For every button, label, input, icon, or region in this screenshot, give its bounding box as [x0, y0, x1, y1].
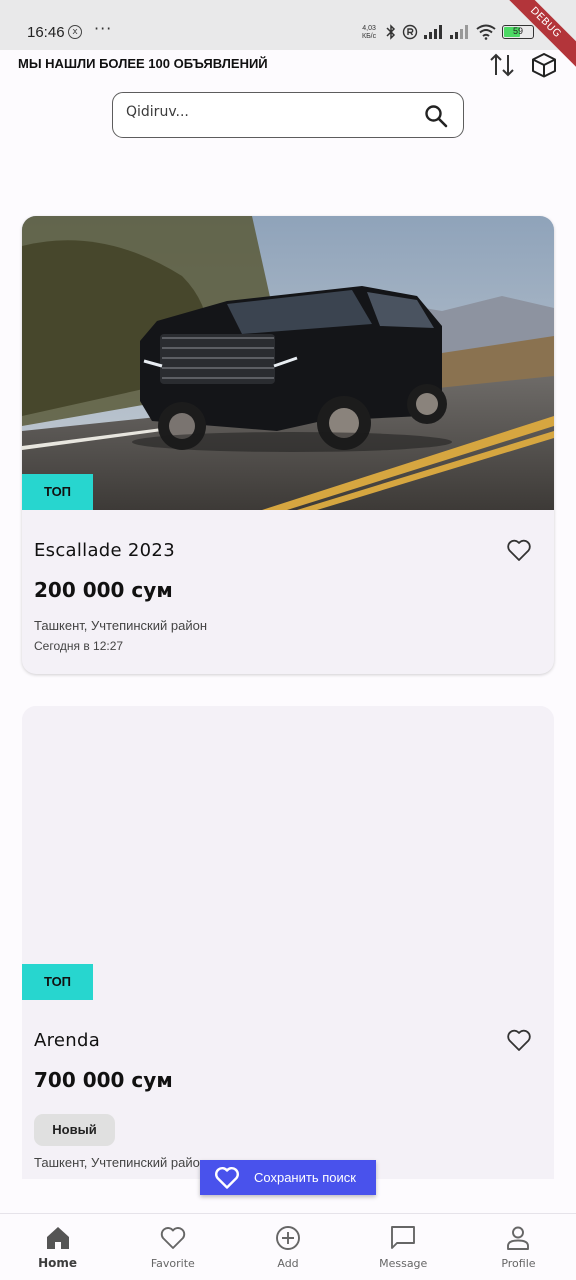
close-circle-icon: x — [68, 25, 82, 39]
top-badge: ТОП — [22, 964, 93, 1000]
plus-circle-icon — [276, 1226, 300, 1250]
results-count-title: МЫ НАШЛИ БОЛЕЕ 100 ОБЪЯВЛЕНИЙ — [18, 56, 268, 71]
nav-home[interactable]: Home — [0, 1214, 115, 1280]
status-icons: 59 — [386, 22, 534, 42]
car-photo — [22, 216, 554, 510]
listing-photo-placeholder — [22, 706, 554, 1000]
registered-icon — [402, 24, 418, 40]
nav-message-label: Message — [379, 1257, 428, 1270]
status-time: 16:46 — [27, 24, 65, 41]
heart-icon[interactable] — [506, 537, 532, 563]
battery-label: 59 — [512, 26, 523, 36]
signal-icon — [424, 25, 442, 39]
nav-profile-label: Profile — [501, 1257, 536, 1270]
nav-favorite[interactable]: Favorite — [115, 1214, 230, 1280]
listing-price: 700 000 сум — [34, 1068, 173, 1092]
listing-card[interactable]: ТОП Arenda 700 000 сум Новый Ташкент, Уч… — [22, 706, 554, 1179]
nav-favorite-label: Favorite — [150, 1257, 195, 1270]
network-speed: 4,03 КБ/с — [362, 25, 376, 41]
listing-location: Ташкент, Учтепинский район — [34, 1155, 207, 1170]
cube-icon — [532, 53, 556, 78]
nav-home-label: Home — [38, 1256, 78, 1270]
heart-icon — [160, 1227, 185, 1249]
sort-arrows-icon — [490, 53, 514, 77]
nav-add[interactable]: Add — [230, 1214, 345, 1280]
bottom-navigation: Home Favorite Add Message Profile — [0, 1213, 576, 1280]
listing-title: Arenda — [34, 1030, 101, 1051]
save-search-button[interactable]: Сохранить поиск — [200, 1160, 376, 1195]
nav-add-label: Add — [277, 1257, 299, 1270]
battery-icon: 59 — [502, 25, 534, 39]
listing-price: 200 000 сум — [34, 578, 173, 602]
search-input[interactable]: Qidiruv... — [112, 92, 464, 138]
top-badge: ТОП — [22, 474, 93, 510]
view-mode-button[interactable] — [529, 50, 559, 80]
search-placeholder: Qidiruv... — [126, 104, 189, 120]
save-search-label: Сохранить поиск — [254, 1170, 356, 1185]
chat-icon — [391, 1226, 416, 1249]
network-speed-value: 4,03 — [362, 25, 376, 32]
search-icon[interactable] — [423, 103, 449, 129]
signal-icon — [450, 25, 468, 39]
listing-title: Escallade 2023 — [34, 540, 175, 561]
heart-icon — [215, 1166, 239, 1189]
sort-button[interactable] — [487, 50, 517, 80]
bluetooth-icon — [386, 24, 396, 40]
listing-location: Ташкент, Учтепинский район — [34, 618, 207, 633]
condition-chip: Новый — [34, 1114, 115, 1146]
wifi-icon — [476, 24, 496, 40]
heart-icon[interactable] — [506, 1027, 532, 1053]
nav-message[interactable]: Message — [346, 1214, 461, 1280]
listing-card[interactable]: ТОП Escallade 2023 200 000 сум Ташкент, … — [22, 216, 554, 674]
more-dots-icon: ··· — [94, 19, 113, 38]
network-speed-unit: КБ/с — [362, 33, 377, 40]
nav-profile[interactable]: Profile — [461, 1214, 576, 1280]
status-bar: 16:46 x ··· 4,03 КБ/с 59 DEBUG — [0, 0, 576, 76]
home-icon — [46, 1227, 69, 1249]
person-icon — [507, 1226, 530, 1250]
listing-date: Сегодня в 12:27 — [34, 639, 124, 653]
